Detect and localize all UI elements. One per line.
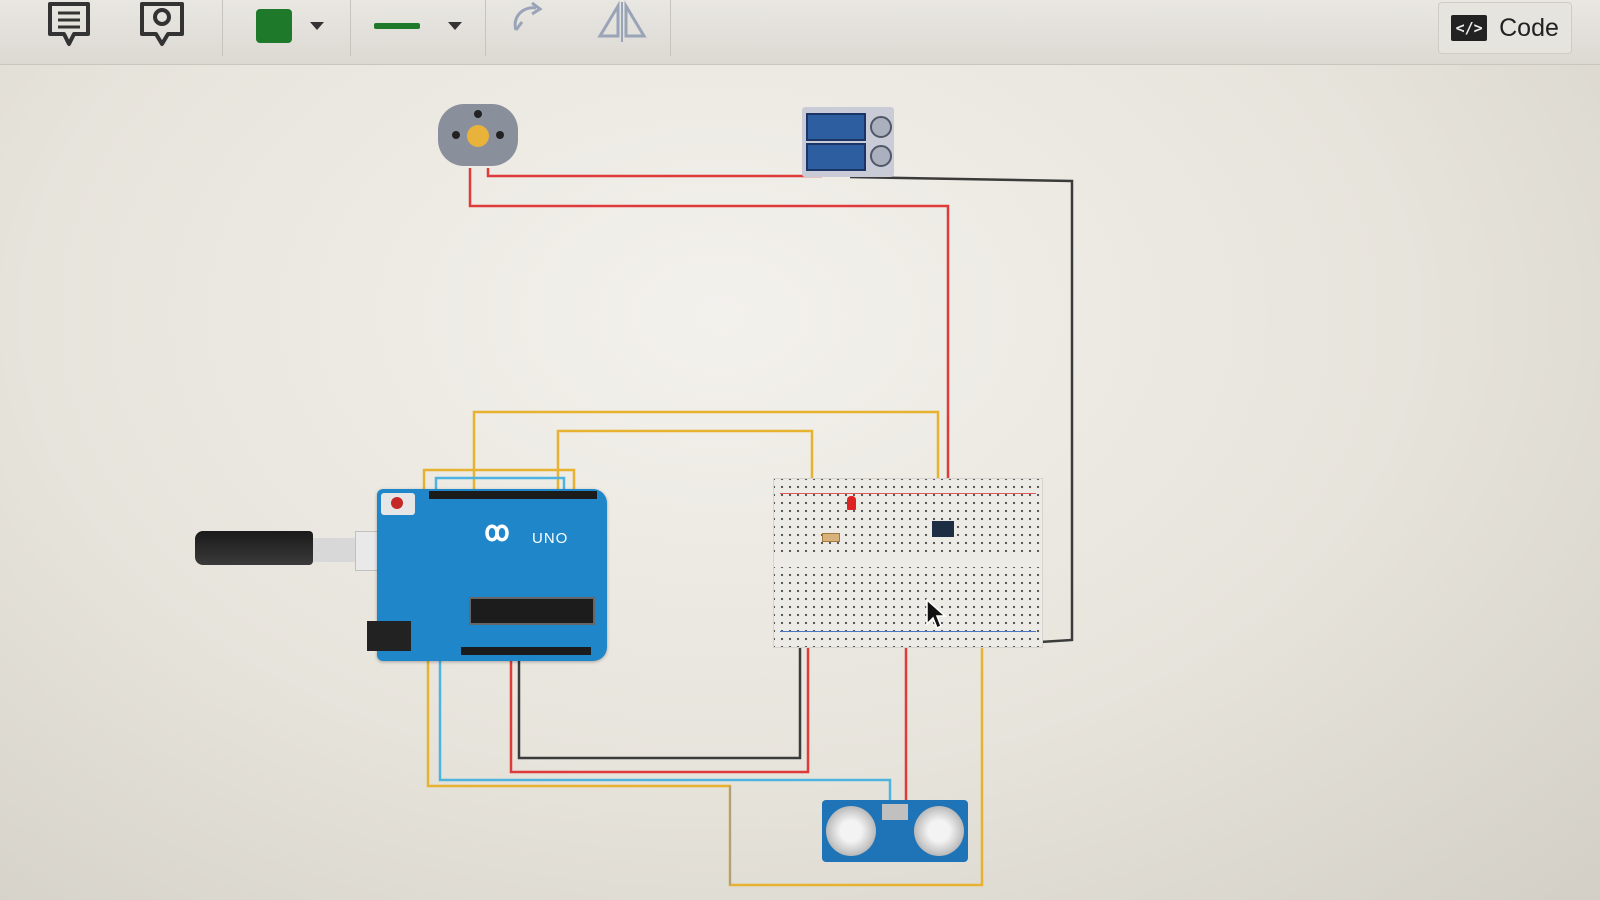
battery-terminal: [870, 145, 892, 167]
battery-cell: [806, 113, 866, 141]
motor-hub: [467, 125, 489, 147]
battery-cell: [806, 143, 866, 171]
reset-button-cap: [391, 497, 403, 509]
breadboard-rail: [780, 631, 1036, 632]
sensor-transducer: [826, 806, 876, 856]
resistor[interactable]: [822, 533, 840, 542]
breadboard[interactable]: [773, 478, 1043, 648]
battery-terminal: [870, 116, 892, 138]
motor-pin: [496, 131, 504, 139]
arduino-label: UNO: [532, 530, 569, 547]
breadboard-divider: [774, 553, 1042, 567]
wire-red[interactable]: [486, 168, 822, 178]
motor-pin: [474, 110, 482, 118]
infinity-logo-icon: [485, 524, 509, 542]
power-analog-header: [461, 647, 591, 655]
breadboard-rail: [780, 493, 1036, 494]
power-jack: [367, 621, 411, 651]
wires-layer: [422, 168, 1074, 887]
arduino-uno[interactable]: [367, 489, 607, 661]
sensor-transducer: [914, 806, 964, 856]
wire-red[interactable]: [468, 168, 950, 518]
digital-header: [429, 491, 597, 499]
led[interactable]: [847, 496, 856, 510]
dc-motor[interactable]: [438, 104, 518, 166]
sensor-pins: [882, 804, 908, 820]
ic-chip[interactable]: [932, 521, 954, 537]
battery-pack[interactable]: [802, 107, 894, 177]
usb-connector: [313, 538, 355, 562]
motor-pin: [452, 131, 460, 139]
usb-cable[interactable]: [195, 531, 313, 565]
ultrasonic-sensor[interactable]: [822, 800, 968, 862]
wire-blue[interactable]: [438, 660, 892, 800]
microcontroller-chip: [469, 597, 595, 625]
mouse-cursor-icon: [926, 598, 947, 630]
